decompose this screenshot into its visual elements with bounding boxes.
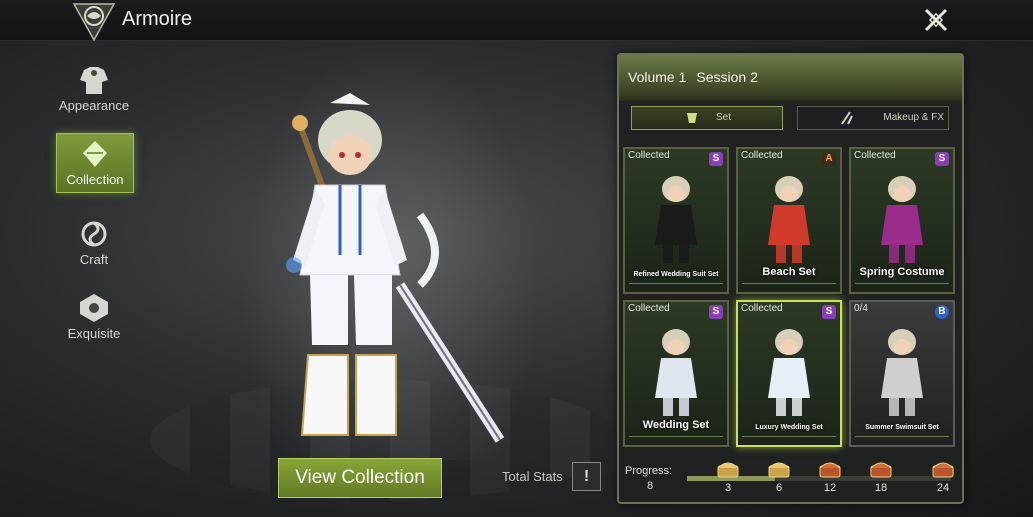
card-status: Collected bbox=[628, 303, 670, 314]
nav-exquisite[interactable]: Exquisite bbox=[52, 292, 136, 341]
milestone-reward[interactable]: 6 bbox=[764, 460, 794, 494]
treasure-chest-icon bbox=[717, 462, 739, 478]
total-stats-label: Total Stats bbox=[502, 469, 563, 484]
card-status: 0/4 bbox=[854, 303, 868, 314]
card-footer-ornament bbox=[855, 283, 949, 289]
session-label: Session 2 bbox=[696, 69, 758, 85]
collection-panel: Volume 1 Session 2 Set Makeup & FX Collec… bbox=[617, 53, 964, 504]
set-card[interactable]: Collected S Wedding Set bbox=[623, 300, 729, 447]
set-card[interactable]: 0/4 B Summer Swimsuit Set bbox=[849, 300, 955, 447]
page-title: Armoire bbox=[122, 8, 193, 30]
grade-badge-icon: A bbox=[822, 152, 836, 166]
tab-makeup-fx[interactable]: Makeup & FX bbox=[797, 106, 949, 130]
tab-label-set: Set bbox=[716, 112, 732, 123]
treasure-chest-icon bbox=[932, 462, 954, 478]
card-footer-ornament bbox=[742, 283, 836, 289]
costume-preview bbox=[768, 176, 810, 263]
costume-preview bbox=[881, 176, 923, 263]
nav-label-collection: Collection bbox=[66, 172, 124, 187]
nav-label-appearance: Appearance bbox=[58, 98, 130, 113]
exquisite-icon bbox=[80, 294, 108, 322]
card-footer-ornament bbox=[742, 436, 836, 442]
set-card[interactable]: Collected S Refined Wedding Suit Set bbox=[623, 147, 729, 294]
card-name: Luxury Wedding Set bbox=[755, 424, 823, 431]
treasure-chest-icon bbox=[768, 462, 790, 478]
volume-label: Volume 1 bbox=[628, 69, 687, 85]
nav-collection[interactable]: Collection bbox=[56, 133, 134, 193]
total-stats-button[interactable]: ! bbox=[572, 462, 601, 491]
treasure-chest-icon bbox=[870, 462, 892, 478]
tab-label-makeup-fx: Makeup & FX bbox=[883, 112, 944, 123]
card-footer-ornament bbox=[629, 283, 723, 289]
set-icon bbox=[687, 113, 697, 123]
nav-appearance[interactable]: Appearance bbox=[52, 64, 136, 113]
card-name: Spring Costume bbox=[859, 266, 945, 278]
card-status: Collected bbox=[628, 150, 670, 161]
grade-badge-icon: S bbox=[822, 305, 836, 319]
card-name: Summer Swimsuit Set bbox=[865, 424, 939, 431]
milestone-value: 3 bbox=[724, 482, 732, 494]
costume-preview bbox=[655, 176, 697, 263]
card-footer-ornament bbox=[855, 436, 949, 442]
costume-preview bbox=[655, 329, 697, 416]
milestone-value: 6 bbox=[775, 482, 783, 494]
milestone-reward[interactable]: 3 bbox=[713, 460, 743, 494]
card-status: Collected bbox=[741, 303, 783, 314]
grade-badge-icon: S bbox=[709, 305, 723, 319]
collection-icon bbox=[83, 141, 107, 167]
set-card[interactable]: Collected S Luxury Wedding Set bbox=[736, 300, 842, 447]
milestone-reward[interactable]: 24 bbox=[928, 460, 958, 494]
progress-value: 8 bbox=[647, 480, 654, 492]
progress-bar-section: Progress: 8 3 6 12 18 24 bbox=[623, 460, 958, 500]
card-name: Beach Set bbox=[762, 266, 816, 278]
card-footer-ornament bbox=[629, 436, 723, 442]
dragon-emblem-icon bbox=[72, 3, 116, 42]
milestone-reward[interactable]: 18 bbox=[866, 460, 896, 494]
card-status: Collected bbox=[854, 150, 896, 161]
close-icon[interactable] bbox=[920, 4, 952, 36]
view-collection-button[interactable]: View Collection bbox=[278, 458, 442, 498]
grade-badge-icon: S bbox=[935, 152, 949, 166]
milestone-value: 24 bbox=[936, 482, 950, 494]
panel-title: Volume 1 Session 2 bbox=[628, 69, 768, 85]
milestone-value: 12 bbox=[823, 482, 837, 494]
costume-preview bbox=[768, 329, 810, 416]
nav-craft[interactable]: Craft bbox=[52, 218, 136, 267]
tab-set[interactable]: Set bbox=[631, 106, 783, 130]
nav-label-craft: Craft bbox=[79, 252, 109, 267]
grade-badge-icon: S bbox=[709, 152, 723, 166]
appearance-icon bbox=[80, 67, 108, 94]
nav-label-exquisite: Exquisite bbox=[67, 326, 121, 341]
card-status: Collected bbox=[741, 150, 783, 161]
grade-badge-icon: B bbox=[935, 305, 949, 319]
costume-preview bbox=[881, 329, 923, 416]
card-name: Wedding Set bbox=[642, 419, 710, 431]
makeup-brush-icon bbox=[841, 111, 853, 125]
set-card[interactable]: Collected A Beach Set bbox=[736, 147, 842, 294]
milestone-value: 18 bbox=[874, 482, 888, 494]
card-name: Refined Wedding Suit Set bbox=[633, 271, 719, 278]
craft-icon bbox=[81, 221, 107, 247]
top-bar: Armoire bbox=[0, 0, 1033, 42]
progress-label: Progress: bbox=[625, 465, 673, 477]
treasure-chest-icon bbox=[819, 462, 841, 478]
set-card[interactable]: Collected S Spring Costume bbox=[849, 147, 955, 294]
milestone-reward[interactable]: 12 bbox=[815, 460, 845, 494]
character-model bbox=[286, 93, 505, 443]
panel-header: Volume 1 Session 2 bbox=[619, 55, 962, 101]
